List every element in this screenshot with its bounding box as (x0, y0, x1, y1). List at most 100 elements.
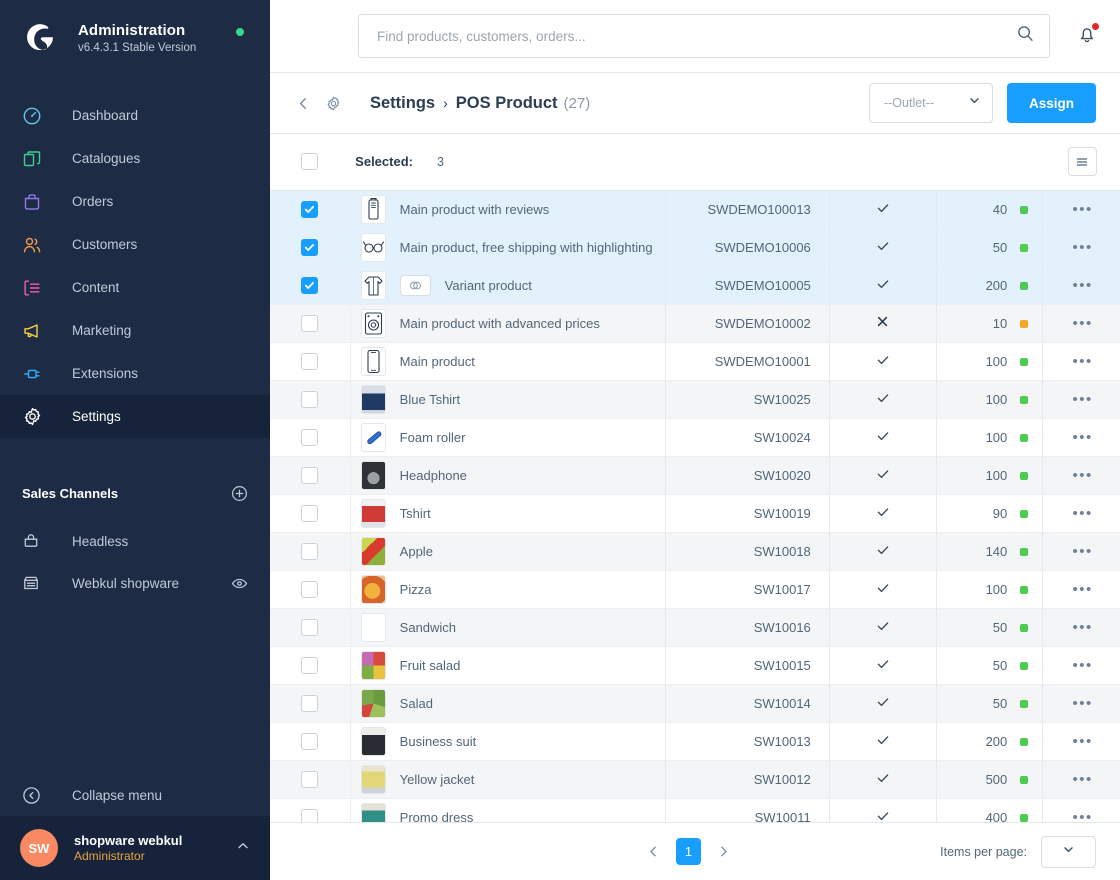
module-gear-icon[interactable] (325, 95, 342, 112)
row-checkbox[interactable] (301, 238, 318, 256)
row-checkbox[interactable] (301, 314, 318, 332)
product-name[interactable]: Variant product (445, 278, 532, 293)
row-context-menu-button[interactable]: ••• (1073, 505, 1093, 522)
product-sku: SWDEMO10005 (665, 266, 830, 305)
sidebar-item-marketing[interactable]: Marketing (0, 309, 270, 352)
row-context-menu-button[interactable]: ••• (1073, 581, 1093, 598)
eye-icon[interactable] (231, 575, 248, 592)
product-name[interactable]: Business suit (400, 734, 477, 749)
row-context-menu-button[interactable]: ••• (1073, 201, 1093, 218)
sidebar-channel-headless[interactable]: Headless (0, 520, 270, 562)
product-name[interactable]: Pizza (400, 582, 432, 597)
search-input[interactable] (377, 28, 1016, 44)
row-checkbox[interactable] (301, 770, 318, 788)
row-checkbox[interactable] (301, 694, 318, 712)
table-row[interactable]: Blue Tshirt SW10025 100 ••• (270, 380, 1120, 419)
select-all-checkbox[interactable] (301, 153, 318, 171)
row-checkbox[interactable] (301, 466, 318, 484)
row-context-menu-button[interactable]: ••• (1073, 695, 1093, 712)
row-context-menu-button[interactable]: ••• (1073, 733, 1093, 750)
row-checkbox[interactable] (301, 504, 318, 522)
product-name[interactable]: Main product (400, 354, 475, 369)
row-checkbox[interactable] (301, 618, 318, 636)
row-context-menu-button[interactable]: ••• (1073, 809, 1093, 823)
sidebar-item-orders[interactable]: Orders (0, 180, 270, 223)
product-name[interactable]: Apple (400, 544, 433, 559)
product-name[interactable]: Tshirt (400, 506, 431, 521)
row-checkbox[interactable] (301, 542, 318, 560)
table-row[interactable]: Fruit salad SW10015 50 ••• (270, 646, 1120, 685)
row-context-menu-button[interactable]: ••• (1073, 657, 1093, 674)
sidebar-item-catalogues[interactable]: Catalogues (0, 137, 270, 180)
row-context-menu-button[interactable]: ••• (1073, 771, 1093, 788)
table-row[interactable]: Headphone SW10020 100 ••• (270, 456, 1120, 495)
product-name[interactable]: Blue Tshirt (400, 392, 460, 407)
product-name[interactable]: Promo dress (400, 810, 474, 823)
table-row[interactable]: Variant product SWDEMO10005 200 ••• (270, 266, 1120, 305)
items-per-page-select[interactable] (1041, 835, 1096, 868)
page-number-1[interactable]: 1 (676, 838, 701, 865)
user-profile-button[interactable]: SW shopware webkul Administrator (0, 816, 270, 880)
row-context-menu-button[interactable]: ••• (1073, 277, 1093, 294)
table-settings-icon[interactable] (1067, 147, 1097, 177)
product-name[interactable]: Sandwich (400, 620, 456, 635)
plus-circle-icon[interactable] (231, 485, 248, 502)
product-name[interactable]: Main product with advanced prices (400, 316, 600, 331)
product-name[interactable]: Foam roller (400, 430, 466, 445)
row-checkbox[interactable] (301, 428, 318, 446)
row-checkbox[interactable] (301, 200, 318, 218)
table-row[interactable]: Salad SW10014 50 ••• (270, 684, 1120, 723)
product-name[interactable]: Fruit salad (400, 658, 461, 673)
product-name[interactable]: Salad (400, 696, 433, 711)
sidebar-channel-webkul-shopware[interactable]: Webkul shopware (0, 562, 270, 604)
row-context-menu-button[interactable]: ••• (1073, 315, 1093, 332)
table-row[interactable]: Main product with reviews SWDEMO100013 40 •… (270, 190, 1120, 229)
row-checkbox[interactable] (301, 352, 318, 370)
back-button[interactable] (292, 92, 315, 115)
table-row[interactable]: Yellow jacket SW10012 500 ••• (270, 760, 1120, 799)
table-row[interactable]: Apple SW10018 140 ••• (270, 532, 1120, 571)
row-context-menu-button[interactable]: ••• (1073, 543, 1093, 560)
sidebar-item-content[interactable]: Content (0, 266, 270, 309)
sidebar-item-settings[interactable]: Settings (0, 395, 270, 438)
product-name[interactable]: Yellow jacket (400, 772, 475, 787)
table-row[interactable]: Business suit SW10013 200 ••• (270, 722, 1120, 761)
next-page-button[interactable] (711, 843, 736, 860)
product-name[interactable]: Main product with reviews (400, 202, 550, 217)
row-checkbox[interactable] (301, 732, 318, 750)
search-icon[interactable] (1016, 24, 1035, 48)
product-name[interactable]: Headphone (400, 468, 467, 483)
sidebar-item-dashboard[interactable]: Dashboard (0, 94, 270, 137)
table-row[interactable]: Tshirt SW10019 90 ••• (270, 494, 1120, 533)
table-row[interactable]: Main product with advanced prices SWDEMO1… (270, 304, 1120, 343)
row-context-menu-button[interactable]: ••• (1073, 391, 1093, 408)
chevron-up-icon[interactable] (236, 839, 250, 858)
row-context-menu-button[interactable]: ••• (1073, 467, 1093, 484)
table-row[interactable]: Main product, free shipping with highlig… (270, 228, 1120, 267)
notifications-button[interactable] (1076, 21, 1100, 50)
table-row[interactable]: Sandwich SW10016 50 ••• (270, 608, 1120, 647)
outlet-select[interactable]: --Outlet-- (868, 83, 993, 123)
row-context-menu-button[interactable]: ••• (1073, 619, 1093, 636)
row-context-menu-button[interactable]: ••• (1073, 353, 1093, 370)
row-checkbox[interactable] (301, 390, 318, 408)
table-row[interactable]: Foam roller SW10024 100 ••• (270, 418, 1120, 457)
breadcrumb-root[interactable]: Settings (370, 94, 435, 113)
table-row[interactable]: Main product SWDEMO10001 100 ••• (270, 342, 1120, 381)
row-context-menu-button[interactable]: ••• (1073, 239, 1093, 256)
product-name[interactable]: Main product, free shipping with highlig… (400, 240, 653, 255)
row-checkbox[interactable] (301, 656, 318, 674)
catalogues-icon (22, 149, 50, 169)
sidebar-item-extensions[interactable]: Extensions (0, 352, 270, 395)
assign-button[interactable]: Assign (1006, 83, 1096, 123)
row-checkbox[interactable] (301, 276, 318, 294)
prev-page-button[interactable] (641, 843, 666, 860)
table-row[interactable]: Promo dress SW10011 400 ••• (270, 798, 1120, 822)
row-context-menu-button[interactable]: ••• (1073, 429, 1093, 446)
collapse-menu-button[interactable]: Collapse menu (0, 774, 270, 816)
sidebar-item-customers[interactable]: Customers (0, 223, 270, 266)
row-checkbox[interactable] (301, 808, 318, 822)
table-row[interactable]: Pizza SW10017 100 ••• (270, 570, 1120, 609)
global-search[interactable] (358, 14, 1050, 58)
row-checkbox[interactable] (301, 580, 318, 598)
